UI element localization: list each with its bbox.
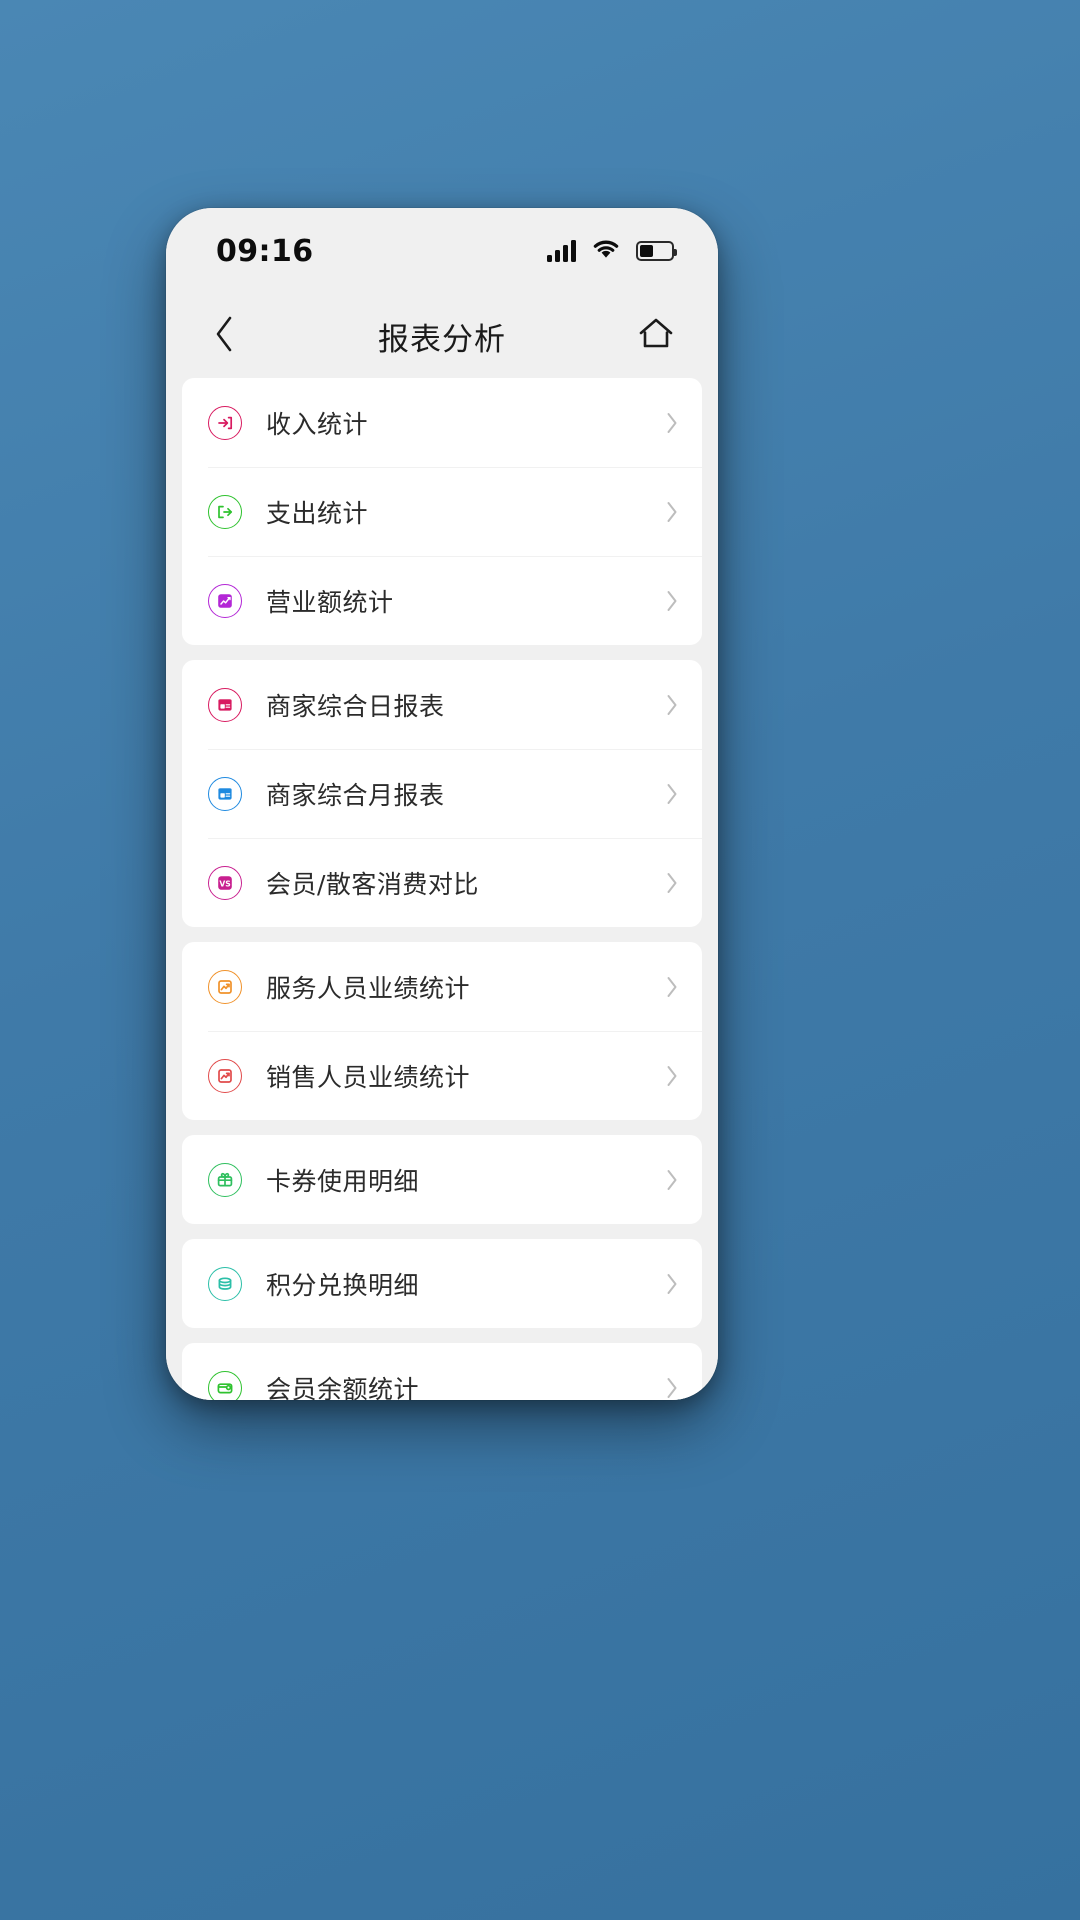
signal-bars-icon bbox=[547, 240, 576, 262]
status-bar-icons bbox=[547, 238, 677, 264]
battery-icon bbox=[636, 241, 677, 261]
chevron-right-icon bbox=[664, 587, 680, 615]
chevron-right-icon bbox=[664, 1062, 680, 1090]
monthly-report-icon bbox=[208, 776, 242, 811]
performance-chart-icon bbox=[208, 969, 242, 1004]
performance-chart-icon bbox=[208, 1058, 242, 1093]
home-button[interactable] bbox=[628, 308, 684, 364]
report-list-item[interactable]: 收入统计 bbox=[182, 378, 702, 467]
chevron-left-icon bbox=[211, 314, 237, 358]
chevron-right-icon bbox=[664, 1374, 680, 1401]
status-bar: 09:16 bbox=[166, 208, 718, 294]
income-arrow-icon bbox=[208, 405, 242, 440]
chevron-right-icon bbox=[664, 409, 680, 437]
report-list-item[interactable]: 会员余额统计 bbox=[182, 1343, 702, 1400]
svg-text:VS: VS bbox=[219, 879, 230, 888]
back-button[interactable] bbox=[196, 308, 252, 364]
chevron-right-icon bbox=[664, 498, 680, 526]
report-list-item[interactable]: 销售人员业绩统计 bbox=[182, 1031, 702, 1120]
report-list-item-label: 营业额统计 bbox=[266, 587, 394, 617]
chevron-right-icon bbox=[664, 973, 680, 1001]
report-list[interactable]: 收入统计 支出统计 营业额统计 商家综合日报表 商家综合月报表 VS 会员/散客消费对比 服务… bbox=[166, 378, 718, 1400]
report-list-item[interactable]: 商家综合日报表 bbox=[182, 660, 702, 749]
report-list-item[interactable]: 卡券使用明细 bbox=[182, 1135, 702, 1224]
wifi-icon bbox=[592, 238, 620, 264]
points-exchange-group: 积分兑换明细 bbox=[182, 1239, 702, 1328]
report-list-item[interactable]: 商家综合月报表 bbox=[182, 749, 702, 838]
gift-card-icon bbox=[208, 1162, 242, 1197]
report-list-item[interactable]: VS 会员/散客消费对比 bbox=[182, 838, 702, 927]
report-list-item-label: 卡券使用明细 bbox=[266, 1166, 420, 1196]
report-list-item-label: 销售人员业绩统计 bbox=[266, 1062, 471, 1092]
chevron-right-icon bbox=[664, 691, 680, 719]
report-list-item-label: 收入统计 bbox=[266, 409, 369, 439]
report-list-item-label: 商家综合日报表 bbox=[266, 691, 445, 721]
report-list-item[interactable]: 营业额统计 bbox=[182, 556, 702, 645]
status-bar-time: 09:16 bbox=[216, 233, 314, 269]
phone-screen: 09:16 报表分析 收入统计 支出统计 营业额统计 商家综合日报表 商家综合月… bbox=[166, 208, 718, 1400]
navigation-bar: 报表分析 bbox=[166, 294, 718, 378]
report-list-item[interactable]: 服务人员业绩统计 bbox=[182, 942, 702, 1031]
report-list-item[interactable]: 积分兑换明细 bbox=[182, 1239, 702, 1328]
expense-arrow-icon bbox=[208, 494, 242, 529]
staff-performance-group: 服务人员业绩统计 销售人员业绩统计 bbox=[182, 942, 702, 1120]
chevron-right-icon bbox=[664, 1166, 680, 1194]
report-list-item-label: 积分兑换明细 bbox=[266, 1270, 420, 1300]
merchant-report-group: 商家综合日报表 商家综合月报表 VS 会员/散客消费对比 bbox=[182, 660, 702, 927]
report-list-item-label: 服务人员业绩统计 bbox=[266, 973, 471, 1003]
trend-chart-icon bbox=[208, 583, 242, 618]
report-list-item-label: 商家综合月报表 bbox=[266, 780, 445, 810]
daily-report-icon bbox=[208, 687, 242, 722]
coins-stack-icon bbox=[208, 1266, 242, 1301]
versus-icon: VS bbox=[208, 865, 242, 900]
chevron-right-icon bbox=[664, 780, 680, 808]
member-balance-group: 会员余额统计会员余次统计会员积分统计 bbox=[182, 1343, 702, 1400]
statistics-group: 收入统计支出统计营业额统计 bbox=[182, 378, 702, 645]
report-list-item-label: 会员余额统计 bbox=[266, 1374, 420, 1401]
report-list-item[interactable]: 支出统计 bbox=[182, 467, 702, 556]
report-list-item-label: 会员/散客消费对比 bbox=[266, 869, 479, 899]
chevron-right-icon bbox=[664, 869, 680, 897]
coupon-group: 卡券使用明细 bbox=[182, 1135, 702, 1224]
wallet-icon bbox=[208, 1370, 242, 1400]
home-icon bbox=[636, 315, 676, 357]
chevron-right-icon bbox=[664, 1270, 680, 1298]
report-list-item-label: 支出统计 bbox=[266, 498, 369, 528]
